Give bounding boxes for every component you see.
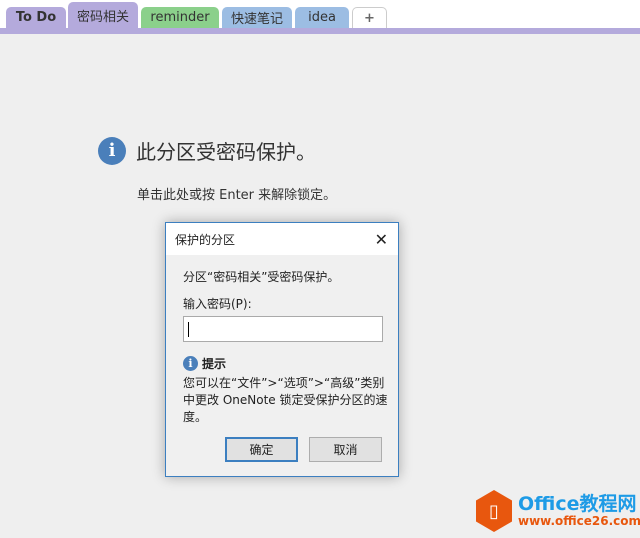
office-logo-icon: ▯ xyxy=(476,490,512,532)
hint-title: 提示 xyxy=(202,357,227,371)
tab-quick-notes[interactable]: 快速笔记 xyxy=(222,7,292,28)
watermark-logo: ▯ Office教程网 www.office26.com xyxy=(476,490,640,532)
hint-text: 您可以在“文件”>“选项”>“高级”类别中更改 OneNote 锁定受保护分区的… xyxy=(183,376,388,424)
close-icon[interactable]: ✕ xyxy=(375,230,388,249)
tab-todo[interactable]: To Do xyxy=(6,7,66,28)
protected-section-dialog: 保护的分区 ✕ 分区“密码相关”受密码保护。 输入密码(P): i 提示 您可以在… xyxy=(165,222,399,477)
tab-underline xyxy=(0,28,640,34)
dialog-message: 分区“密码相关”受密码保护。 xyxy=(183,270,340,284)
tab-idea[interactable]: idea xyxy=(295,7,349,28)
tab-password[interactable]: 密码相关 xyxy=(68,2,138,28)
tab-reminder[interactable]: reminder xyxy=(141,7,219,28)
locked-message: i 此分区受密码保护。 xyxy=(98,136,316,165)
section-tabs: To Do 密码相关 reminder 快速笔记 idea + xyxy=(0,0,640,28)
dialog-title: 保护的分区 xyxy=(175,232,236,247)
info-icon: i xyxy=(98,136,126,165)
password-input[interactable] xyxy=(183,316,383,342)
password-label: 输入密码(P): xyxy=(183,297,252,311)
info-icon: i xyxy=(183,356,198,371)
locked-title: 此分区受密码保护。 xyxy=(136,140,316,164)
unlock-link[interactable]: 单击此处或按 Enter 来解除锁定。 xyxy=(137,184,336,203)
text-caret xyxy=(188,322,189,337)
cancel-button[interactable]: 取消 xyxy=(309,437,382,462)
ok-button[interactable]: 确定 xyxy=(225,437,298,462)
add-section-button[interactable]: + xyxy=(352,7,387,28)
